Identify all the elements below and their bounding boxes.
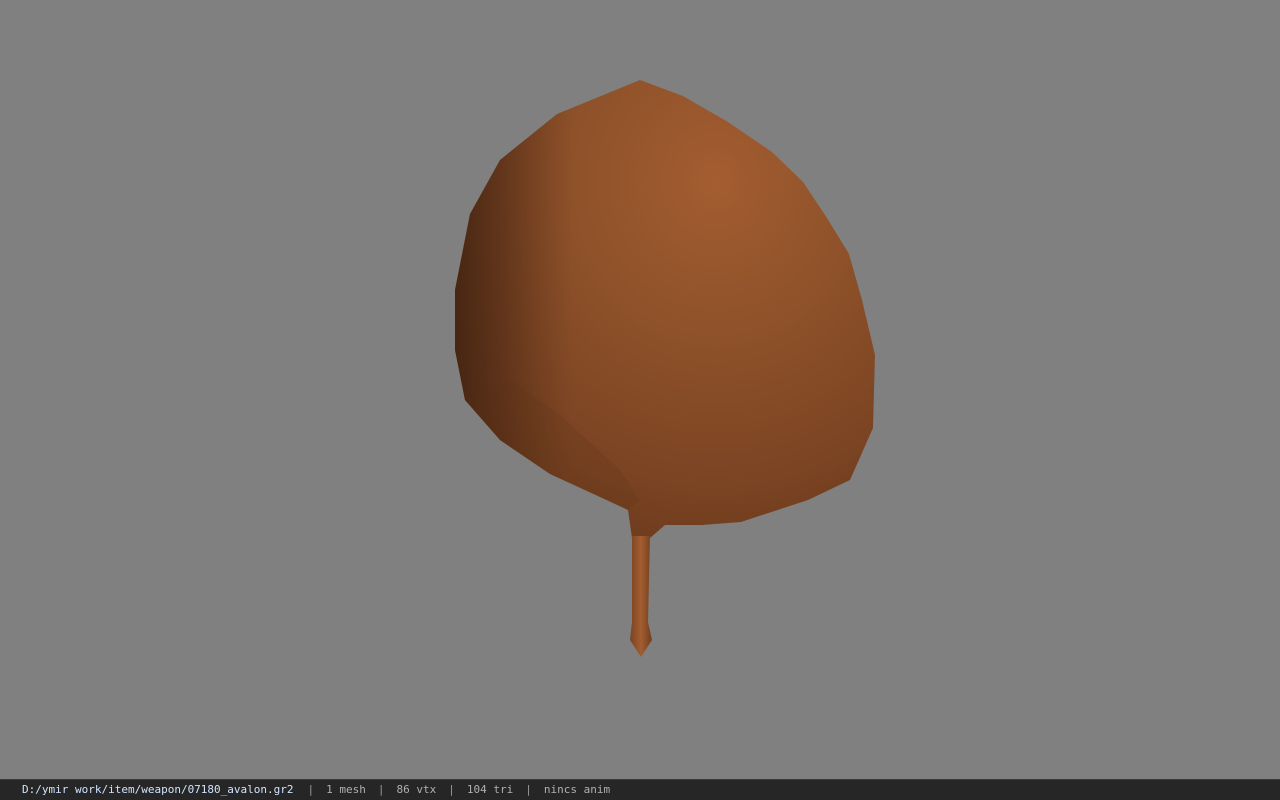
separator: | [377,783,385,796]
file-path-label: D:/ymir work/item/weapon/07180_avalon.gr… [22,783,294,796]
triangle-count-label: 104 tri [466,783,514,796]
fan-body-shadow [455,80,875,538]
vertex-count-label: 86 vtx [396,783,437,796]
mesh-count-label: 1 mesh [326,783,366,796]
separator: | [307,783,315,796]
3d-viewport[interactable] [0,0,1280,779]
fan-handle [630,536,652,657]
model-render [455,80,875,657]
status-bar: D:/ymir work/item/weapon/07180_avalon.gr… [0,779,1280,800]
separator: | [525,783,532,796]
separator: | [448,783,455,796]
anim-status-label: nincs anim [543,783,611,796]
